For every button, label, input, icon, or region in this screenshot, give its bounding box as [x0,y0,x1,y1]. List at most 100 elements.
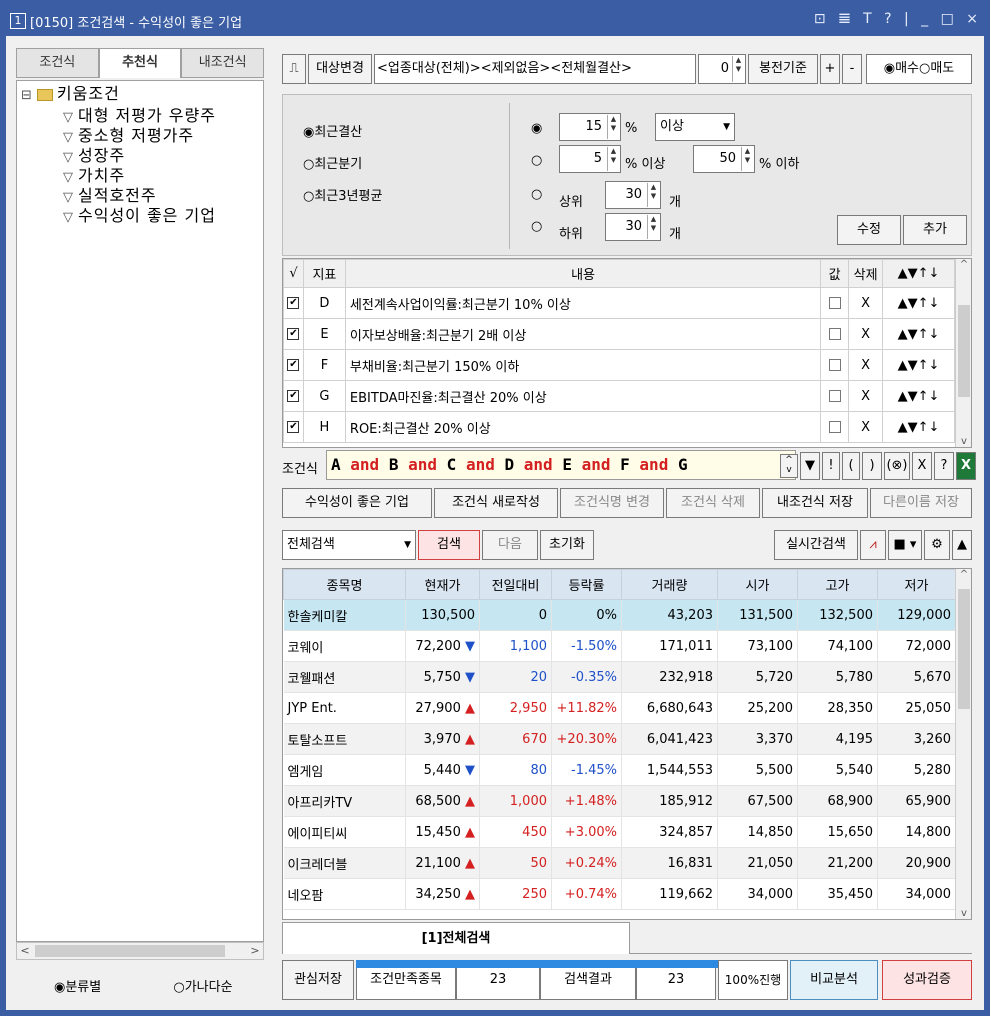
condition-row[interactable]: ✔ H ROE:최근결산 20% 이상 X ▲▼↑↓ [283,411,955,443]
results-row[interactable]: JYP Ent. 27,900 ▲ 2,950 +11.82% 6,680,643 25,… [283,692,956,724]
radio-by-category[interactable]: ◉분류별 [54,980,135,995]
performance-verify-button[interactable]: 성과검증 [882,960,972,1000]
scroll-up-icon[interactable]: ^ [956,259,972,270]
radio-recent-settlement[interactable]: ◉최근결산 [303,121,362,140]
buy-sell-radio[interactable]: ◉매수○매도 [866,54,972,84]
value-checkbox[interactable] [820,318,850,350]
results-header[interactable]: 등락률 [551,569,622,600]
delete-condition-button[interactable]: X [848,287,884,319]
results-row[interactable]: 이크레더블 21,100 ▲ 50 +0.24% 16,831 21,050 21,200 2… [283,847,956,879]
compare-select[interactable]: 이상 ▼ [655,113,735,141]
delete-condition-button[interactable]: X [848,318,884,350]
tab-condition[interactable]: 조건식 [16,48,99,78]
radio-bottom-mode[interactable]: ○ [531,219,542,234]
window-controls[interactable]: ⊡ 𝌆 T ? | _ □ × [814,11,982,27]
results-row[interactable]: 한솔케미칼 130,500 0 0% 43,203 131,500 132,500 129,… [283,599,956,631]
scroll-right-icon[interactable]: > [247,943,263,959]
condition-row[interactable]: ✔ F 부채비율:최근분기 150% 이하 X ▲▼↑↓ [283,349,955,381]
tab-full-search[interactable]: [1]전체검색 [282,922,630,954]
condition-checkbox[interactable]: ✔ [283,349,304,381]
scroll-up-icon[interactable]: ^ [956,569,971,580]
formula-tool-button[interactable]: ? [934,452,954,480]
radio-range-mode[interactable]: ○ [531,153,542,168]
condition-row[interactable]: ✔ E 이자보상배율:최근분기 2배 이상 X ▲▼↑↓ [283,318,955,350]
condition-row[interactable]: ✔ G EBITDA마진율:최근결산 20% 이상 X ▲▼↑↓ [283,380,955,412]
delete-condition-button[interactable]: X [848,380,884,412]
tree-horizontal-scrollbar[interactable]: < > [16,942,264,960]
radio-3yr-average[interactable]: ○최근3년평균 [303,185,382,204]
condition-checkbox[interactable]: ✔ [283,318,304,350]
formula-tool-button[interactable]: (⊗) [884,452,910,480]
collapse-up-icon[interactable]: ▲ [952,530,972,560]
save-as-button[interactable]: 다른이름 저장 [870,488,972,518]
chart-icon[interactable]: ⩘ [860,530,886,560]
results-row[interactable]: 코웨이 72,200 ▼ 1,100 -1.50% 171,011 73,100 74,10… [283,630,956,662]
results-row[interactable]: 엠게임 5,440 ▼ 80 -1.45% 1,544,553 5,500 5,540 5,2… [283,754,956,786]
bong-basis-button[interactable]: 봉전기준 [748,54,818,84]
results-scrollbar[interactable]: ^ v [955,569,971,919]
range-min-spinner[interactable]: ▲ ▼ [607,147,619,171]
condition-checkbox[interactable]: ✔ [283,380,304,412]
delete-condition-button[interactable]: X [848,349,884,381]
top-count-spinner[interactable]: ▲ ▼ [647,183,659,207]
results-header[interactable]: 현재가 [405,569,480,600]
move-controls[interactable]: ▲▼↑↓ [882,318,955,350]
condition-row[interactable]: ✔ D 세전계속사업이익률:최근분기 10% 이상 X ▲▼↑↓ [283,287,955,319]
formula-spinner[interactable]: ^ v [780,454,798,478]
move-controls[interactable]: ▲▼↑↓ [882,349,955,381]
radio-value-mode[interactable]: ◉ [531,121,542,136]
scroll-thumb[interactable] [958,305,970,397]
results-header[interactable]: 시가 [717,569,798,600]
realtime-search-button[interactable]: 실시간검색 [774,530,858,560]
add-button[interactable]: 추가 [903,215,967,245]
tree-item[interactable]: ▽ 중소형 저평가주 [63,127,194,147]
tree-root[interactable]: ⊟ 키움조건 [21,85,120,105]
change-target-button[interactable]: 대상변경 [308,54,372,84]
results-row[interactable]: 네오팜 34,250 ▲ 250 +0.74% 119,662 34,000 35,450 3… [283,878,956,910]
radio-recent-quarter[interactable]: ○최근분기 [303,153,362,172]
title-bar[interactable]: 1 [0150] 조건검색 - 수익성이 좋은 기업 ⊡ 𝌆 T ? | _ □… [0,0,990,36]
save-formula-button[interactable]: 내조건식 저장 [762,488,868,518]
move-controls[interactable]: ▲▼↑↓ [882,380,955,412]
formula-tool-button[interactable]: ) [862,452,882,480]
results-header[interactable]: 거래량 [621,569,718,600]
minus-button[interactable]: - [842,54,862,84]
results-header[interactable]: 종목명 [283,569,406,600]
condition-checkbox[interactable]: ✔ [283,411,304,443]
formula-tool-button[interactable]: X [912,452,932,480]
value-spinner[interactable]: ▲ ▼ [607,115,619,139]
edit-button[interactable]: 수정 [837,215,901,245]
scroll-down-icon[interactable]: v [956,908,971,919]
formula-tool-button[interactable]: ▼ [800,452,820,480]
scroll-down-icon[interactable]: v [956,436,972,447]
delete-formula-button[interactable]: 조건식 삭제 [666,488,760,518]
collapse-icon[interactable]: ⊟ [21,88,33,103]
scroll-left-icon[interactable]: < [17,943,33,959]
watch-save-button[interactable]: 관심저장 [282,960,354,1000]
value-checkbox[interactable] [820,287,850,319]
excel-icon[interactable]: X [956,452,976,480]
move-controls[interactable]: ▲▼↑↓ [882,411,955,443]
condition-checkbox[interactable]: ✔ [283,287,304,319]
formula-tool-button[interactable]: ! [822,452,840,480]
results-row[interactable]: 아프리카TV 68,500 ▲ 1,000 +1.48% 185,912 67,500 68… [283,785,956,817]
move-controls[interactable]: ▲▼↑↓ [882,287,955,319]
formula-field[interactable]: A and B and C and D and E and F and G [326,450,796,480]
formula-tool-button[interactable]: ( [842,452,860,480]
next-button[interactable]: 다음 [482,530,538,560]
radio-top-mode[interactable]: ○ [531,187,542,202]
value-checkbox[interactable] [820,380,850,412]
delete-condition-button[interactable]: X [848,411,884,443]
radio-alphabetical[interactable]: ○가나다순 [173,980,266,995]
scroll-thumb[interactable] [35,945,225,957]
plus-button[interactable]: + [820,54,840,84]
tree-item-selected[interactable]: ▽ 수익성이 좋은 기업 [63,206,216,227]
settings-gear-icon[interactable]: ⚙ [924,530,950,560]
tree-item[interactable]: ▽ 대형 저평가 우량주 [63,107,216,127]
target-field[interactable]: <업종대상(전체)><제외없음><전체월결산> [374,54,696,84]
tree-item[interactable]: ▽ 실적호전주 [63,187,157,207]
results-row[interactable]: 코웰패션 5,750 ▼ 20 -0.35% 232,918 5,720 5,780 5,67… [283,661,956,693]
bong-spinner[interactable]: ▲ ▼ [732,56,744,82]
tab-my-condition[interactable]: 내조건식 [181,48,265,78]
tree-item[interactable]: ▽ 가치주 [63,167,125,187]
